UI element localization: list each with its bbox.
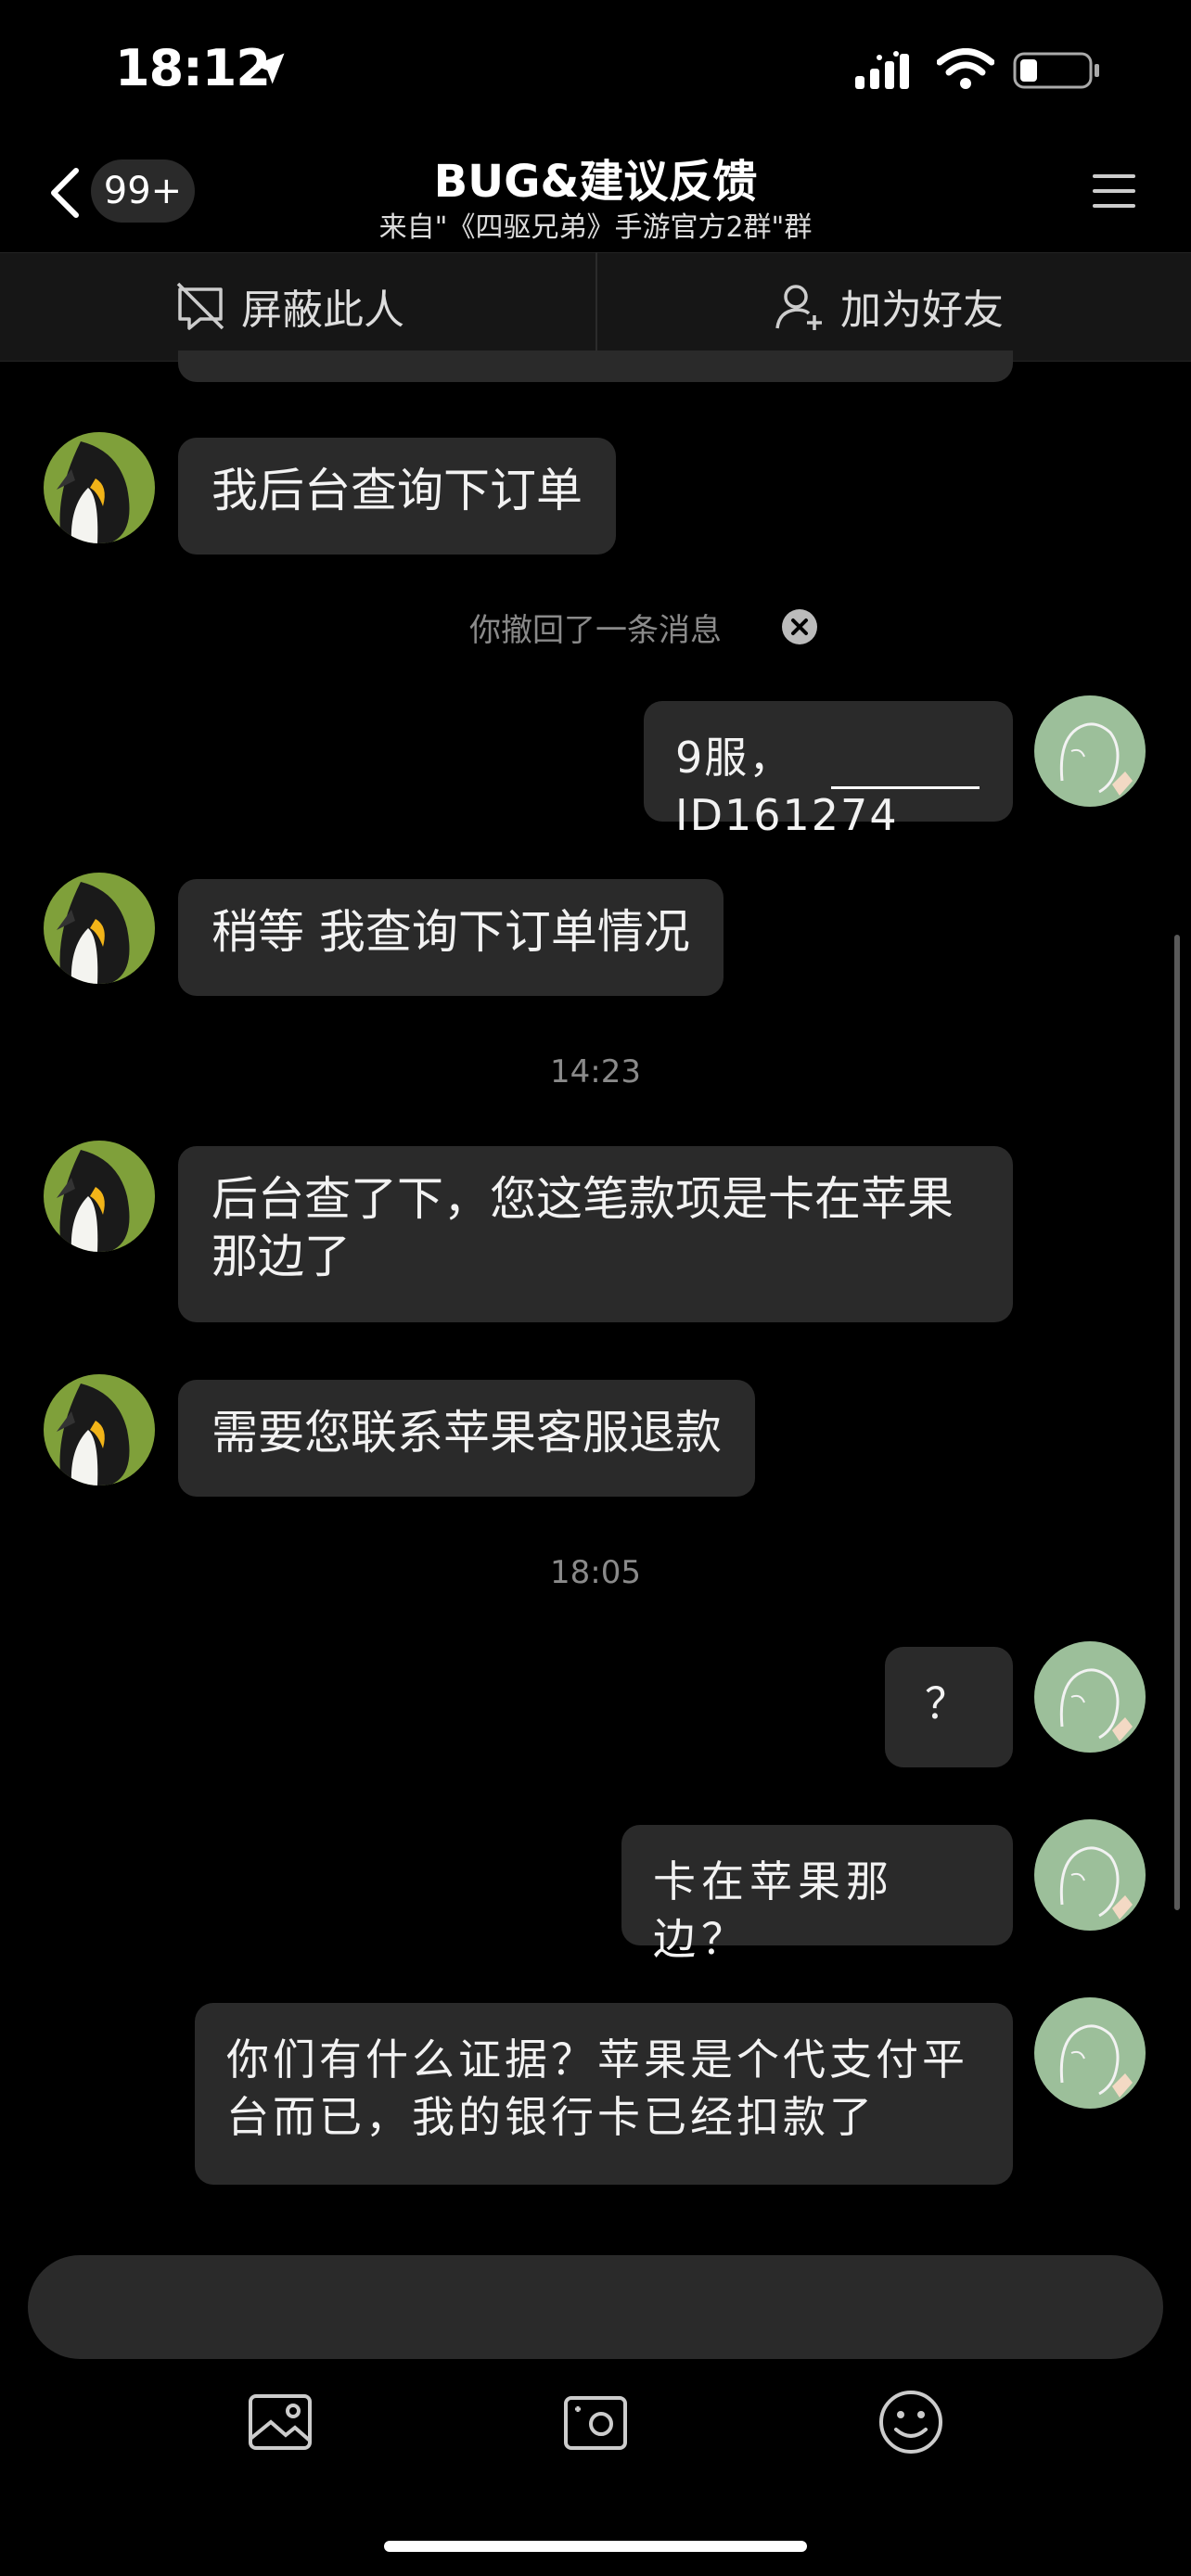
block-user-label: 屏蔽此人: [241, 287, 404, 334]
message-text: 需要您联系苹果客服退款: [211, 1406, 722, 1460]
penguin-avatar-icon: [44, 1141, 155, 1252]
block-user-button[interactable]: 屏蔽此人: [173, 252, 404, 360]
cellular-signal-icon: [855, 51, 909, 89]
home-indicator: [384, 2541, 807, 2552]
user-message-bubble[interactable]: 卡在苹果那边？: [621, 1825, 1013, 1964]
message-text-line: 后台查了下，您这笔款项是卡在苹果: [211, 1172, 954, 1226]
penguin-avatar-icon: [44, 873, 155, 984]
agent-message-bubble[interactable]: 后台查了下，您这笔款项是卡在苹果 那边了: [178, 1146, 1013, 1322]
message-text: 稍等 我查询下订单情况: [211, 905, 690, 959]
message-text: 卡在苹果那边？: [653, 1856, 894, 1964]
user-message-bubble[interactable]: 9服，ID161274: [644, 701, 1013, 840]
message-text: 我后台查询下订单: [211, 464, 583, 517]
message-text-line: 那边了: [211, 1230, 351, 1283]
agent-message-bubble[interactable]: 稍等 我查询下订单情况: [178, 879, 724, 996]
timestamp: 18:05: [550, 1554, 641, 1591]
recall-notice: 你撤回了一条消息: [469, 612, 722, 649]
timestamp: 14:23: [550, 1053, 641, 1090]
status-bar: 18:12: [0, 0, 1191, 139]
wifi-icon: [937, 48, 994, 89]
agent-message-bubble[interactable]: 我后台查询下订单: [178, 438, 616, 555]
message-text-line: 台而已，我的银行卡已经扣款了: [226, 2092, 876, 2142]
sketch-avatar-icon: [1034, 1641, 1146, 1753]
add-friend-icon: [775, 285, 822, 330]
camera-icon[interactable]: [560, 2387, 631, 2457]
agent-avatar[interactable]: [44, 1374, 155, 1486]
agent-avatar[interactable]: [44, 1141, 155, 1252]
image-icon[interactable]: [245, 2387, 315, 2457]
chat-scrollbar[interactable]: [1174, 935, 1180, 1910]
action-divider: [596, 252, 597, 360]
agent-message-bubble[interactable]: 需要您联系苹果客服退款: [178, 1380, 755, 1497]
sketch-avatar-icon: [1034, 1819, 1146, 1931]
battery-icon: [1013, 52, 1099, 89]
agent-avatar[interactable]: [44, 873, 155, 984]
user-message-bubble[interactable]: ？: [885, 1647, 1013, 1767]
user-avatar[interactable]: [1034, 1641, 1146, 1753]
user-avatar[interactable]: [1034, 1997, 1146, 2109]
add-friend-label: 加为好友: [840, 287, 1004, 334]
penguin-avatar-icon: [44, 432, 155, 543]
message-text: ？: [925, 1678, 973, 1728]
emoji-icon[interactable]: [876, 2387, 946, 2457]
close-circle-icon[interactable]: [781, 608, 818, 645]
cut-off-message-bubble: [178, 351, 1013, 382]
chat-subtitle: 来自"《四驱兄弟》手游官方2群"群: [378, 211, 813, 244]
sketch-avatar-icon: [1034, 695, 1146, 807]
user-avatar[interactable]: [1034, 695, 1146, 807]
agent-avatar[interactable]: [44, 432, 155, 543]
status-time: 18:12: [115, 39, 271, 97]
add-friend-button[interactable]: 加为好友: [772, 252, 1004, 360]
user-avatar[interactable]: [1034, 1819, 1146, 1931]
message-input[interactable]: [28, 2255, 1163, 2359]
penguin-avatar-icon: [44, 1374, 155, 1486]
location-arrow-icon: [253, 53, 285, 84]
menu-icon[interactable]: [1093, 172, 1135, 210]
block-icon: [176, 282, 224, 330]
chat-title: BUG&建议反馈: [433, 156, 758, 208]
user-message-bubble[interactable]: 你们有什么证据？苹果是个代支付平 台而已，我的银行卡已经扣款了: [195, 2003, 1013, 2185]
sketch-avatar-icon: [1034, 1997, 1146, 2109]
id-underline: [831, 786, 980, 789]
message-text-line: 你们有什么证据？苹果是个代支付平: [226, 2034, 968, 2085]
